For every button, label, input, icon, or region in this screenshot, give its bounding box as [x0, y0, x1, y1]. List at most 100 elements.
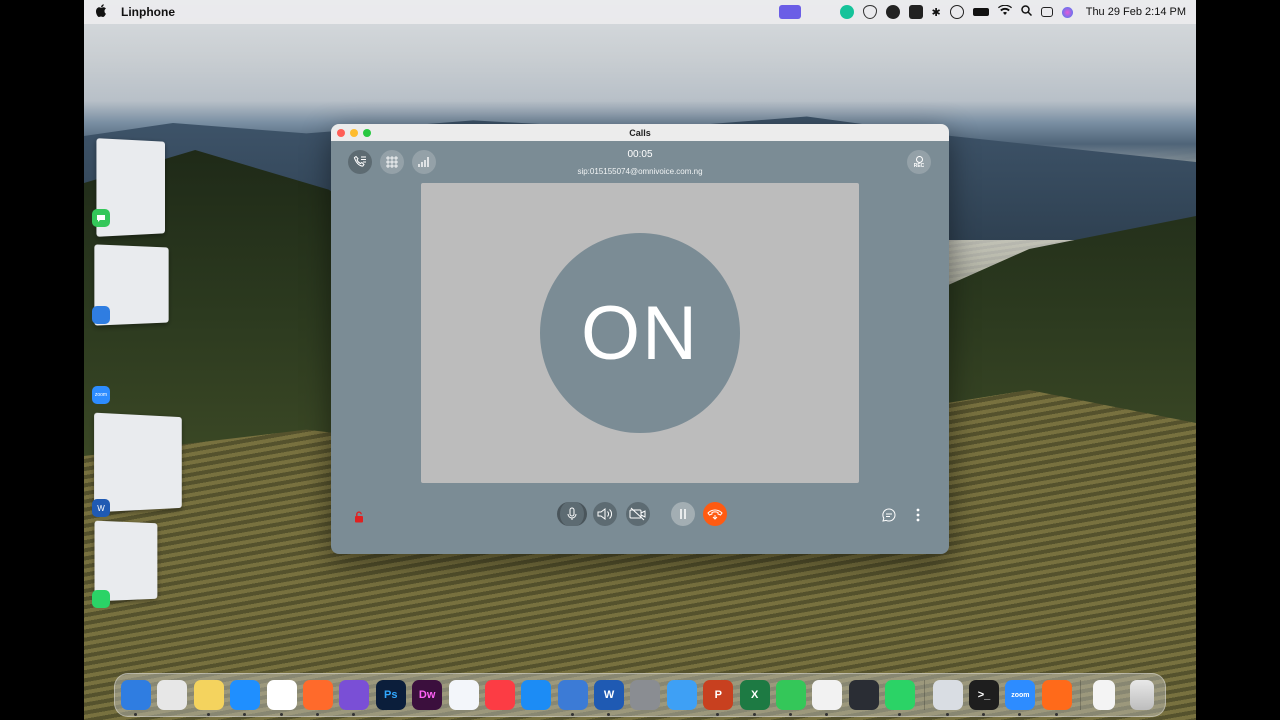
word-stage-icon: W [92, 499, 110, 517]
running-indicator [279, 713, 283, 716]
bluetooth-icon[interactable]: ✱ [932, 6, 941, 19]
stage-window-word[interactable] [94, 412, 182, 513]
running-indicator [1018, 713, 1022, 716]
menu-bar: Linphone ✱ Thu 29 Feb 2:14 PM [84, 0, 1196, 24]
menu-clock[interactable]: Thu 29 Feb 2:14 PM [1086, 6, 1186, 18]
microphone-button[interactable] [557, 502, 587, 526]
app-store-icon[interactable] [521, 680, 552, 710]
whatsapp-stage-icon [92, 590, 110, 608]
firefox-icon[interactable] [302, 680, 333, 716]
calls-window: Calls 00:05 sip:015155074@omnivoice.com.… [331, 124, 949, 554]
dock-icon-label: zoom [1011, 691, 1030, 699]
battery-icon[interactable] [972, 8, 989, 16]
terminal-icon[interactable]: >_ [968, 680, 999, 716]
preview-icon[interactable] [932, 680, 963, 716]
avatar-initials: ON [581, 290, 699, 376]
running-indicator [607, 713, 611, 716]
wifi-icon[interactable] [997, 4, 1012, 19]
mail-icon[interactable] [666, 680, 697, 710]
pause-icon [680, 509, 686, 519]
chat-bubble-icon [882, 508, 896, 522]
running-indicator [898, 713, 902, 716]
dreamweaver-icon[interactable]: Dw [412, 680, 443, 710]
apple-icon[interactable] [96, 4, 107, 20]
running-indicator [570, 713, 574, 716]
dock-icon-label: P [714, 689, 722, 701]
speaker-icon [597, 508, 612, 520]
app-menu-name[interactable]: Linphone [121, 5, 175, 19]
microphone-icon [567, 507, 577, 520]
record-label: REC [913, 162, 925, 169]
chrome-icon[interactable] [266, 680, 297, 716]
running-indicator [945, 713, 949, 716]
launchpad-icon[interactable] [157, 680, 188, 710]
video-area: ON [421, 183, 859, 483]
vpn-shield-icon[interactable] [862, 5, 877, 19]
running-indicator [825, 713, 829, 716]
dock-icon-label: >_ [977, 689, 991, 701]
linphone-icon[interactable] [1041, 680, 1072, 716]
siri-icon[interactable] [1061, 6, 1073, 18]
running-indicator [981, 713, 985, 716]
speaker-button[interactable] [593, 502, 617, 526]
powerpoint-icon[interactable]: P [703, 680, 734, 716]
grammarly-icon[interactable] [839, 5, 854, 19]
screen-share-icon[interactable] [778, 5, 801, 19]
notes-icon[interactable] [193, 680, 224, 716]
pause-button[interactable] [671, 502, 695, 526]
system-settings-icon[interactable] [630, 680, 661, 710]
running-indicator [315, 713, 319, 716]
menu-extras: ✱ Thu 29 Feb 2:14 PM [778, 4, 1197, 19]
documents-stack-icon[interactable] [1093, 680, 1116, 710]
dock-icon-label: Ps [384, 689, 398, 701]
vertical-dots-icon [916, 508, 920, 522]
dock: Ps Dw W P X >_ zoom [114, 673, 1166, 717]
hangup-button[interactable] [703, 502, 727, 526]
davinci-icon[interactable] [848, 680, 879, 710]
chat-button[interactable] [881, 507, 897, 528]
dock-icon-label: Dw [418, 689, 436, 701]
running-indicator [243, 713, 247, 716]
record-button[interactable]: REC [907, 150, 931, 174]
whatsapp-icon[interactable] [885, 680, 916, 716]
running-indicator [206, 713, 210, 716]
safari-icon[interactable] [230, 680, 261, 716]
spotlight-icon[interactable] [1020, 5, 1032, 19]
zoom-stage-icon: zoom [92, 386, 110, 404]
tor-icon[interactable] [339, 680, 370, 716]
trash-icon[interactable] [1129, 680, 1154, 710]
running-indicator [1054, 713, 1058, 716]
record-dot-icon [915, 155, 923, 163]
play-icon[interactable] [949, 5, 964, 19]
photoshop-icon[interactable]: Ps [375, 680, 406, 710]
zoom-icon[interactable]: zoom [1005, 680, 1036, 716]
running-indicator [752, 713, 756, 716]
finder-stage-icon [92, 306, 110, 324]
encryption-lock-icon[interactable] [354, 510, 364, 528]
contact-avatar: ON [540, 233, 740, 433]
call-timer: 00:05 [627, 149, 653, 160]
dock-icon-label: X [750, 689, 759, 701]
freeform-icon[interactable] [448, 680, 479, 710]
music-icon[interactable] [484, 680, 515, 710]
camera-off-icon [629, 507, 646, 521]
running-indicator [716, 713, 720, 716]
dock-separator [1080, 680, 1082, 710]
finder-icon[interactable] [121, 680, 151, 716]
word-icon[interactable]: W [594, 680, 625, 716]
window-title: Calls [629, 127, 651, 138]
textedit-icon[interactable] [812, 680, 843, 716]
excel-icon[interactable]: X [739, 680, 770, 716]
camera-button[interactable] [626, 502, 650, 526]
more-options-button[interactable] [914, 507, 922, 528]
messages-stage-icon [92, 209, 110, 227]
cloud-sync-icon[interactable] [885, 5, 900, 19]
bartender-icon[interactable] [908, 5, 923, 19]
running-indicator [789, 713, 793, 716]
xcode-icon[interactable] [557, 680, 588, 716]
running-indicator [352, 713, 356, 716]
window-titlebar[interactable]: Calls [331, 124, 949, 141]
messages-icon[interactable] [776, 680, 807, 716]
dock-separator [923, 680, 925, 710]
control-center-icon[interactable] [1040, 7, 1053, 17]
